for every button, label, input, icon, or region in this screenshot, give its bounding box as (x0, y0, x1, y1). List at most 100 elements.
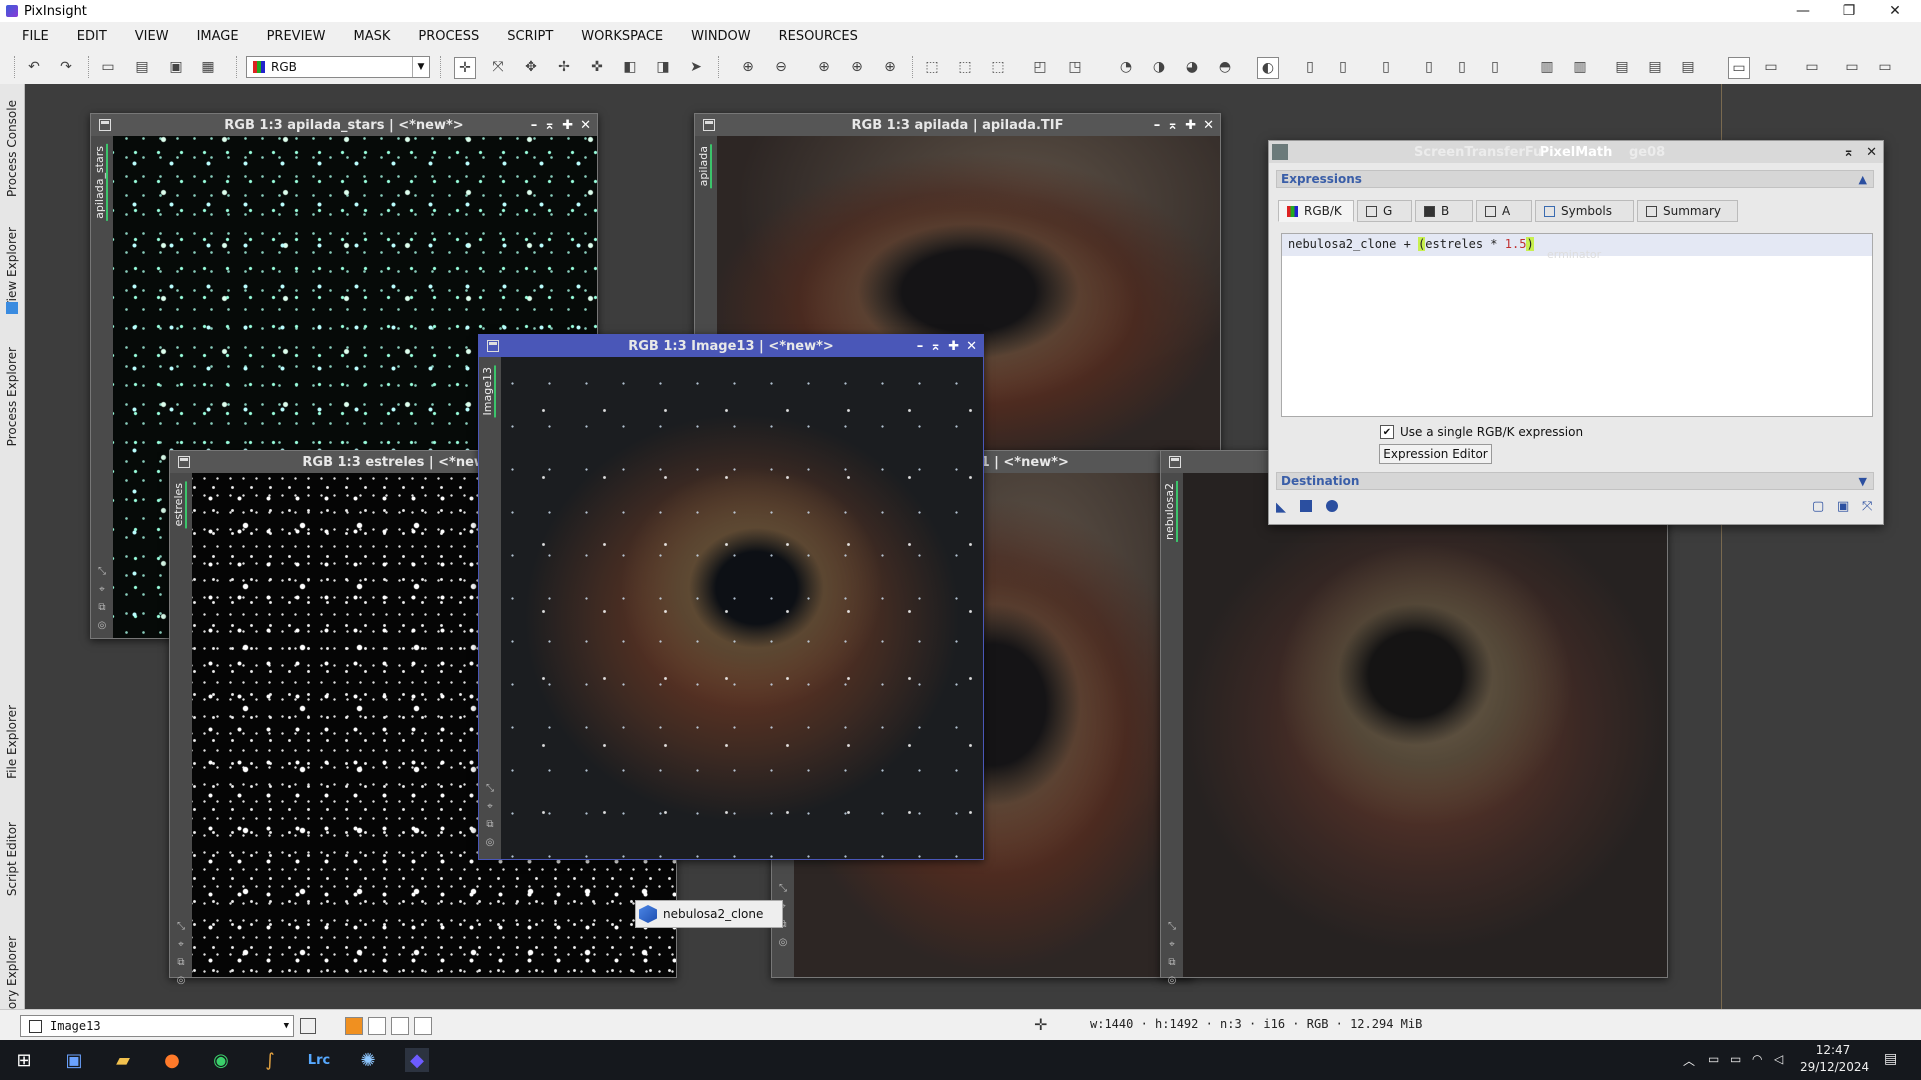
app-circle-icon[interactable]: ◉ (209, 1048, 233, 1072)
view-selector[interactable]: Image13 ▼ (20, 1015, 294, 1037)
fit-window-icon[interactable] (300, 1018, 316, 1034)
fit-icon[interactable]: ⤡ (484, 783, 496, 795)
edit-preview-icon[interactable]: ◨ (653, 57, 673, 77)
close-icon[interactable]: ✕ (1203, 118, 1214, 133)
reset-icon[interactable]: ▣ (1837, 499, 1849, 514)
copy-icon[interactable]: ⧉ (1166, 957, 1178, 969)
mask-new-icon[interactable]: ◔ (1116, 57, 1136, 77)
pixelmath-titlebar[interactable]: ScreenTransferFu PixelMath ge08 ⌅ ✕ (1269, 141, 1883, 163)
minimize-icon[interactable]: – (917, 339, 924, 354)
tab-process-console[interactable]: Process Console (0, 88, 24, 208)
menu-script[interactable]: SCRIPT (493, 22, 567, 50)
settings-icon[interactable]: ◎ (175, 975, 187, 987)
preview-mode-icon[interactable]: ◧ (620, 57, 640, 77)
zoom-out-icon[interactable]: ⊖ (771, 57, 791, 77)
shade-icon[interactable]: ⌅ (1167, 118, 1178, 133)
new-instance-icon[interactable]: ◣ (1276, 500, 1286, 515)
layout-icon-3[interactable]: ▤ (1612, 57, 1632, 77)
move-mode-icon[interactable]: ✜ (587, 57, 607, 77)
fit-window-icon[interactable]: ⬚ (955, 57, 975, 77)
window-titlebar[interactable]: RGB 1:3 apilada_stars | <*new*> – ⌅ ✚ ✕ (91, 114, 597, 136)
close-icon[interactable]: ✕ (580, 118, 591, 133)
expressions-section[interactable]: Expressions ▲ (1276, 170, 1874, 188)
tab-script-editor[interactable]: Script Editor (0, 804, 24, 914)
window-titlebar[interactable]: RGB 1:3 apilada | apilada.TIF – ⌅ ✚ ✕ (695, 114, 1220, 136)
shade-icon[interactable]: ⌅ (1843, 145, 1854, 160)
save-icon[interactable]: ▣ (166, 57, 186, 77)
stf-reset-icon[interactable]: ▭ (1842, 57, 1862, 77)
firefox-icon[interactable]: ● (160, 1048, 184, 1072)
destination-section[interactable]: Destination ▼ (1276, 472, 1874, 490)
color-swatch-2[interactable] (368, 1017, 386, 1035)
menu-file[interactable]: FILE (0, 22, 63, 50)
app-swirl-icon[interactable]: ✺ (356, 1048, 380, 1072)
settings-icon[interactable]: ◎ (1166, 975, 1178, 987)
tab-summary[interactable]: Summary (1637, 200, 1738, 222)
fit-icon[interactable]: ⤡ (96, 566, 108, 578)
notifications-icon[interactable]: ▤ (1884, 1051, 1897, 1067)
shade-icon[interactable]: ⌅ (544, 118, 555, 133)
shade-icon[interactable]: ⌅ (930, 339, 941, 354)
pixinsight-taskbar-icon[interactable]: ◆ (405, 1048, 429, 1072)
copy-icon[interactable]: ⧉ (484, 819, 496, 831)
clock-date[interactable]: 29/12/2024 (1800, 1060, 1869, 1074)
window-titlebar[interactable]: RGB 1:3 Image13 | <*new*> – ⌅ ✚ ✕ (479, 335, 983, 357)
maximize-icon[interactable]: ✚ (562, 118, 573, 133)
clock-time[interactable]: 12:47 (1808, 1043, 1858, 1057)
tab-file-explorer[interactable]: File Explorer (0, 682, 24, 802)
file-explorer-icon[interactable]: ▰ (111, 1048, 135, 1072)
new-image-icon[interactable]: ▭ (98, 57, 118, 77)
layout-icon-5[interactable]: ▤ (1678, 57, 1698, 77)
maximize-icon[interactable]: ✚ (1185, 118, 1196, 133)
clip-icon[interactable]: ▯ (1376, 57, 1396, 77)
image-window-image13[interactable]: RGB 1:3 Image13 | <*new*> – ⌅ ✚ ✕ Image13 ⤡… (478, 334, 984, 860)
window-menu-icon[interactable] (1169, 456, 1181, 468)
redo-icon[interactable]: ↷ (56, 57, 76, 77)
color-swatch-3[interactable] (391, 1017, 409, 1035)
lightroom-icon[interactable]: Lrc (307, 1048, 331, 1072)
menu-workspace[interactable]: WORKSPACE (567, 22, 677, 50)
image-canvas[interactable] (501, 357, 983, 859)
layout-icon-4[interactable]: ▤ (1645, 57, 1665, 77)
menu-mask[interactable]: MASK (339, 22, 404, 50)
color-swatch-4[interactable] (414, 1017, 432, 1035)
window-menu-icon[interactable] (703, 119, 715, 131)
window-menu-icon[interactable] (487, 340, 499, 352)
center-mode-icon[interactable]: ✢ (554, 57, 574, 77)
view-identifier[interactable]: nebulosa2 (1163, 481, 1178, 542)
track-view-icon[interactable]: ▯ (1300, 57, 1320, 77)
restore-icon[interactable]: ❐ (1826, 0, 1872, 22)
stf-link-icon[interactable]: ▭ (1802, 57, 1822, 77)
image-window-nebulosa2[interactable]: nebulosa2 ⤡ ⌖ ⧉ ◎ (1160, 450, 1668, 986)
screen-transfer-icon[interactable]: ▭ (1728, 57, 1750, 79)
settings-icon[interactable]: ◎ (96, 620, 108, 632)
settings-icon[interactable]: ◎ (484, 837, 496, 849)
apply-global-icon[interactable] (1300, 500, 1312, 512)
copy-icon[interactable]: ⧉ (175, 957, 187, 969)
apply-icon[interactable] (1326, 500, 1338, 512)
auto-fit-icon[interactable]: ⬚ (988, 57, 1008, 77)
view-identifier[interactable]: apilada_stars (93, 144, 108, 221)
window-menu-icon[interactable] (99, 119, 111, 131)
minimize-icon[interactable]: – (531, 118, 538, 133)
view-identifier[interactable]: apilada (697, 144, 712, 189)
close-icon[interactable]: ✕ (1872, 0, 1918, 22)
pan-mode-icon[interactable]: ✥ (521, 57, 541, 77)
mask-remove-icon[interactable]: ◕ (1182, 57, 1202, 77)
menu-window[interactable]: WINDOW (677, 22, 765, 50)
browse-doc-icon[interactable]: ▢ (1812, 499, 1824, 514)
view-identifier[interactable]: estreles (172, 481, 187, 529)
close-icon[interactable]: ✕ (1866, 145, 1877, 160)
close-image-icon[interactable]: ▦ (198, 57, 218, 77)
undo-icon[interactable]: ↶ (24, 57, 44, 77)
layout-icon-1[interactable]: ▥ (1537, 57, 1557, 77)
windows-start-icon[interactable]: ⊞ (12, 1048, 36, 1072)
fit-icon[interactable]: ⤡ (175, 921, 187, 933)
menu-view[interactable]: VIEW (121, 22, 183, 50)
color-channel-select[interactable]: RGB ▼ (246, 56, 430, 78)
zoom-in-icon[interactable]: ⊕ (738, 57, 758, 77)
script-icon-2[interactable]: ▯ (1452, 57, 1472, 77)
tab-rgbk[interactable]: RGB/K (1278, 200, 1354, 222)
zoom-2-1-icon[interactable]: ⊕ (880, 57, 900, 77)
mask-invert-icon[interactable]: ◓ (1215, 57, 1235, 77)
